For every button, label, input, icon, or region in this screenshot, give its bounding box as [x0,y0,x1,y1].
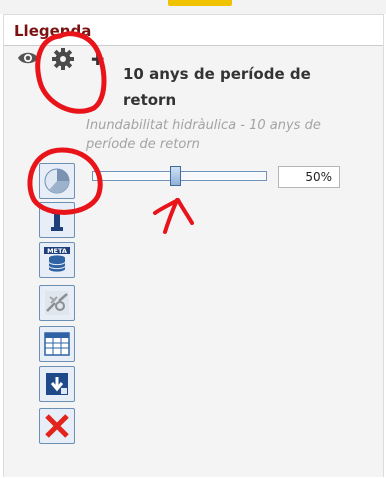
top-tab-highlight [168,0,232,6]
download-button[interactable] [39,366,75,402]
legend-title: Llegenda [14,22,92,40]
metadata-button[interactable]: META [39,242,75,278]
zoom-to-layer-button[interactable] [39,285,75,321]
top-strip [0,0,386,14]
layer-description: Inundabilitat hidràulica - 10 anys de pe… [86,118,321,152]
attribute-table-button[interactable] [39,326,75,362]
legend-header: Llegenda [4,15,383,46]
metadata-label: META [47,247,67,255]
layer-title: 10 anys de període de retorn [123,65,311,109]
visibility-eye-icon[interactable] [17,50,39,69]
expand-plus-icon[interactable]: ✚ [91,52,104,68]
settings-gear-icon[interactable] [51,47,75,75]
opacity-value-field[interactable]: 50% [278,166,340,188]
opacity-slider-thumb[interactable] [170,166,181,186]
info-button[interactable] [39,202,75,238]
opacity-button[interactable] [39,163,75,199]
remove-layer-button[interactable] [39,408,75,444]
